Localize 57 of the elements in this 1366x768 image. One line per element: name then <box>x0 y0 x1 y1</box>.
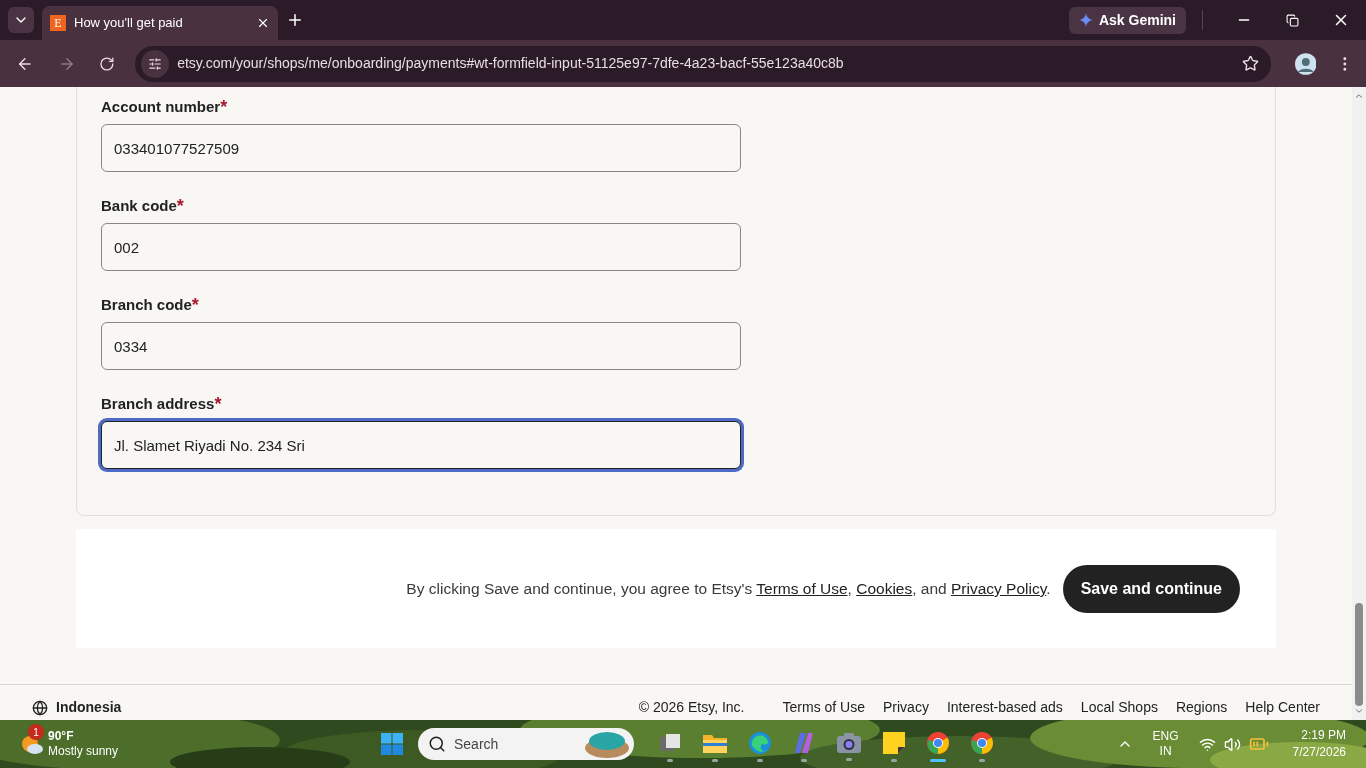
footer-link[interactable]: Interest-based ads <box>946 697 1063 718</box>
text-field[interactable]: 0334 <box>101 322 741 370</box>
address-bar[interactable]: etsy.com/your/shops/me/onboarding/payments#wt-formfield-input-51125e97-7dfe-4a23-bacf-55e123a40c8b <box>135 45 1271 82</box>
field-label: Branch code <box>101 296 192 314</box>
search-field[interactable]: Search <box>454 733 576 755</box>
search-icon <box>428 735 446 753</box>
language-text[interactable]: ENG <box>1152 729 1179 744</box>
copyright-text: © 2026 Etsy, Inc. <box>638 698 745 717</box>
close-icon[interactable] <box>256 16 270 30</box>
sparkle-icon <box>1078 13 1093 27</box>
chrome-icon[interactable] <box>970 730 994 755</box>
weather-condition: Mostly sunny <box>48 744 119 759</box>
required-mark: * <box>214 395 222 413</box>
input-region-text[interactable]: IN <box>1159 744 1172 759</box>
text-field[interactable]: 002 <box>101 223 741 271</box>
dome-icon <box>584 730 630 758</box>
ask-gemini-button[interactable]: Ask Gemini <box>1068 6 1186 34</box>
consent-text: By clicking Save and continue, you agree to Etsy's Terms of Use, Cookies, and Privacy Policy. <box>406 578 1051 599</box>
clock-time[interactable]: 2:19 PM <box>1301 727 1346 744</box>
chrome-icon[interactable] <box>926 730 950 755</box>
scrollbar-thumb[interactable] <box>1355 603 1363 706</box>
tab-title: How you'll get paid <box>74 14 184 33</box>
restore-icon[interactable] <box>1286 13 1299 27</box>
footer-link[interactable]: Local Shops <box>1080 697 1158 718</box>
required-mark: * <box>220 98 228 116</box>
new-tab-icon[interactable] <box>286 11 304 29</box>
scrollbar[interactable] <box>1352 87 1366 720</box>
footer-link[interactable]: Help Center <box>1245 697 1320 718</box>
required-mark: * <box>191 296 199 314</box>
bookmark-star-icon[interactable] <box>1241 55 1259 72</box>
temperature-text: 90°F <box>48 729 75 744</box>
footer-link[interactable]: Terms of Use <box>782 697 865 718</box>
scroll-down-icon[interactable] <box>1354 706 1364 716</box>
site-info-icon[interactable] <box>141 49 170 78</box>
footer-link[interactable]: Regions <box>1175 697 1228 718</box>
browser-tab[interactable]: E How you'll get paid <box>42 6 278 40</box>
text-field[interactable]: 033401077527509 <box>101 124 741 172</box>
save-and-continue-button[interactable]: Save and continue <box>1062 564 1240 613</box>
field-label: Account number <box>101 98 221 116</box>
start-icon[interactable] <box>380 732 404 756</box>
footer-link[interactable]: Privacy <box>883 697 929 718</box>
field-label: Bank code <box>101 197 177 215</box>
tab-list-button[interactable] <box>8 7 34 33</box>
etsy-favicon: E <box>50 15 66 31</box>
text-field[interactable]: Jl. Slamet Riyadi No. 234 Sri <box>101 421 741 469</box>
scroll-up-icon[interactable] <box>1354 91 1364 101</box>
camera-icon[interactable] <box>836 731 862 754</box>
region-link[interactable]: Indonesia <box>56 697 122 718</box>
field-label: Branch address <box>101 395 215 413</box>
required-mark: * <box>176 197 184 215</box>
volume-icon[interactable] <box>1223 735 1241 753</box>
url-text: etsy.com/your/shops/me/onboarding/payments#wt-formfield-input-51125e97-7dfe-4a23-bacf-55e123a40c8b <box>177 54 845 73</box>
search-bar[interactable]: Search <box>418 728 634 760</box>
consent-link[interactable]: Terms of Use <box>756 579 848 597</box>
globe-icon <box>32 699 48 716</box>
profile-avatar[interactable] <box>1294 52 1317 75</box>
reload-icon[interactable] <box>99 55 116 72</box>
